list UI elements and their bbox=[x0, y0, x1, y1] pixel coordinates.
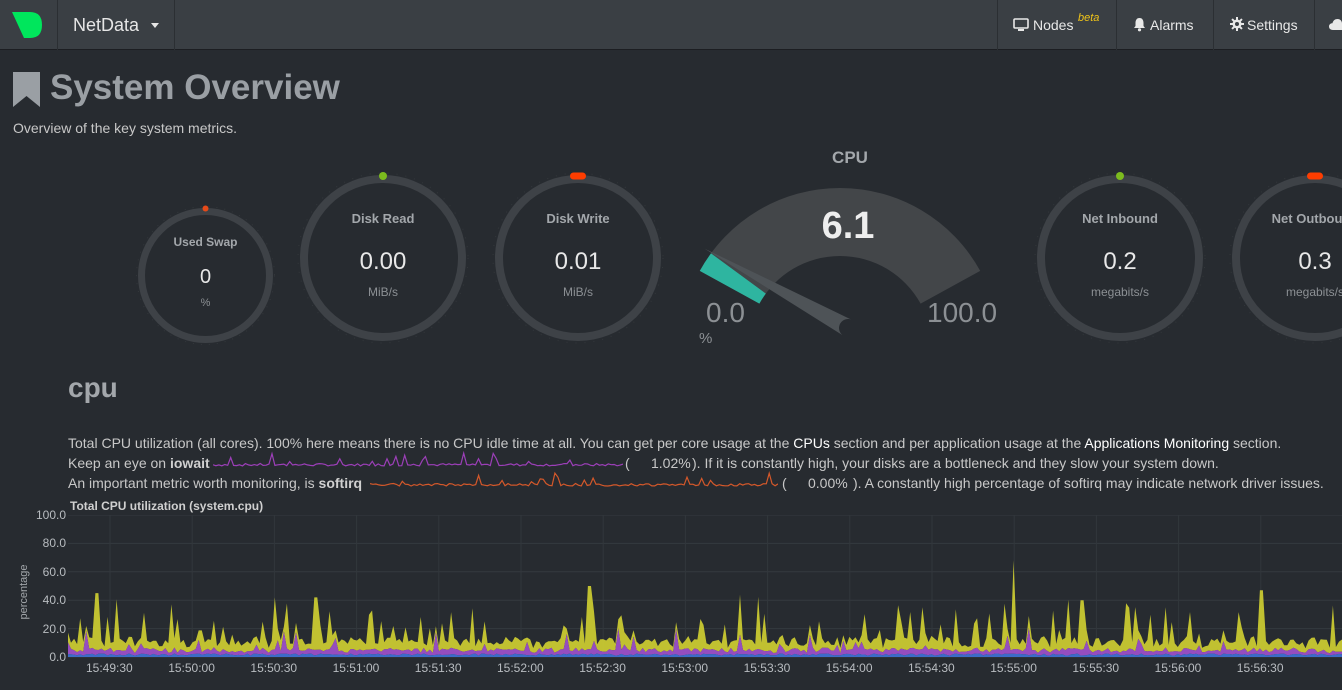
y-tick-label: 40.0 bbox=[42, 593, 66, 608]
description-text: Keep an eye on bbox=[68, 455, 170, 471]
nav-settings[interactable]: Settings bbox=[1213, 0, 1314, 50]
netdata-logo[interactable] bbox=[0, 0, 58, 50]
sparkline-path bbox=[370, 471, 778, 487]
description-text: section and per application usage at the bbox=[829, 435, 1085, 451]
gauge-title: Disk Read bbox=[351, 211, 415, 226]
cloud-download-icon bbox=[1329, 19, 1342, 30]
iowait-value: 1.02% bbox=[651, 455, 691, 471]
y-tick-label: 100.0 bbox=[35, 508, 66, 522]
x-tick-label: 15:53:00 bbox=[661, 661, 709, 675]
nav-nodes[interactable]: Nodes beta bbox=[997, 0, 1116, 50]
description-text: ). A constantly high percentage of softi… bbox=[853, 475, 1324, 491]
x-tick-label: 15:55:00 bbox=[990, 661, 1037, 675]
netdata-logo-icon bbox=[12, 12, 42, 38]
nav-settings-label: Settings bbox=[1247, 17, 1298, 33]
cpu-gauge-unit: % bbox=[699, 330, 713, 347]
x-tick-label: 15:52:00 bbox=[497, 661, 544, 675]
y-tick-label: 20.0 bbox=[42, 621, 66, 636]
x-tick-label: 15:53:30 bbox=[743, 661, 791, 675]
host-selector[interactable]: NetData bbox=[58, 0, 175, 50]
gauge-disk-write[interactable]: Disk Write 0.01 MiB/s bbox=[492, 172, 664, 344]
description-text: section. bbox=[1229, 435, 1282, 451]
nav-alarms-label: Alarms bbox=[1150, 17, 1194, 33]
cpu-gauge-max: 100.0 bbox=[927, 297, 998, 328]
chevron-down-icon bbox=[151, 23, 159, 28]
nav-nodes-label: Nodes bbox=[1033, 17, 1074, 33]
monitor-icon bbox=[1013, 18, 1029, 31]
gauge-indicator bbox=[1307, 172, 1323, 180]
link-cpus[interactable]: CPUs bbox=[793, 435, 830, 451]
gauge-title: Net Outbound bbox=[1271, 211, 1342, 226]
y-tick-label: 60.0 bbox=[42, 564, 66, 579]
nav-alarms[interactable]: Alarms bbox=[1116, 0, 1213, 50]
gauge-title: Net Inbound bbox=[1082, 211, 1158, 226]
beta-badge: beta bbox=[1078, 12, 1100, 24]
cpu-gauge-value: 6.1 bbox=[821, 205, 875, 247]
cpu-utilization-chart[interactable] bbox=[68, 515, 1342, 660]
gauge-indicator bbox=[202, 205, 209, 212]
cpu-description-line3: An important metric worth monitoring, is… bbox=[68, 474, 362, 492]
x-tick-label: 15:50:00 bbox=[168, 661, 215, 675]
x-tick-label: 15:49:30 bbox=[86, 661, 133, 675]
softirq-sparkline[interactable] bbox=[370, 471, 778, 491]
nav-cloud[interactable] bbox=[1314, 0, 1342, 50]
gauge-value: 0.3 bbox=[1298, 248, 1332, 275]
x-tick-label: 15:52:30 bbox=[579, 661, 626, 675]
cpu-description-line2: Keep an eye on iowait bbox=[68, 454, 210, 472]
sparkline-path bbox=[213, 451, 623, 467]
gauge-used-swap[interactable]: Used Swap 0 % bbox=[135, 205, 276, 346]
description-text: Total CPU utilization (all cores). 100% … bbox=[68, 435, 794, 451]
x-tick-label: 15:51:30 bbox=[414, 661, 462, 675]
x-tick-label: 15:50:30 bbox=[250, 661, 298, 675]
page-subtitle: Overview of the key system metrics. bbox=[13, 120, 238, 136]
x-tick-label: 15:54:00 bbox=[825, 661, 873, 675]
description-text: ). If it is constantly high, your disks … bbox=[692, 455, 1219, 471]
x-tick-label: 15:56:00 bbox=[1154, 661, 1202, 675]
softirq-value: 0.00% bbox=[808, 475, 848, 491]
page-title: System Overview bbox=[50, 68, 340, 107]
chart-title: Total CPU utilization (system.cpu) bbox=[70, 499, 264, 513]
gauge-unit: % bbox=[200, 297, 211, 309]
section-title-cpu: cpu bbox=[68, 372, 118, 403]
gauge-net-outbound[interactable]: Net Outbound 0.3 megabits/s bbox=[1229, 172, 1342, 344]
description-text: An important metric worth monitoring, is bbox=[68, 475, 319, 491]
x-tick-label: 15:51:00 bbox=[332, 661, 380, 675]
softirq-open-paren: ( bbox=[782, 475, 787, 491]
gauge-unit: MiB/s bbox=[368, 285, 398, 299]
gauge-value: 0.00 bbox=[359, 248, 407, 275]
gauge-value: 0.2 bbox=[1103, 248, 1137, 275]
gauge-title: Used Swap bbox=[173, 235, 238, 249]
gauge-unit: MiB/s bbox=[563, 285, 593, 299]
gauge-value: 0.01 bbox=[554, 248, 602, 275]
gauge-unit: megabits/s bbox=[1285, 285, 1342, 299]
gauge-indicator bbox=[1116, 172, 1124, 180]
gauge-disk-read[interactable]: Disk Read 0.00 MiB/s bbox=[297, 172, 469, 344]
series-user-area bbox=[68, 560, 1342, 654]
y-tick-label: 80.0 bbox=[42, 536, 66, 551]
iowait-sparkline[interactable] bbox=[213, 451, 623, 471]
gauge-value: 0 bbox=[199, 266, 212, 288]
y-tick-label: 0.0 bbox=[49, 650, 66, 664]
bell-icon bbox=[1134, 18, 1145, 32]
gauge-unit: megabits/s bbox=[1090, 285, 1150, 299]
bookmark-icon bbox=[13, 72, 40, 107]
gear-icon bbox=[1230, 17, 1244, 31]
x-tick-label: 15:55:30 bbox=[1072, 661, 1120, 675]
iowait-open-paren: ( bbox=[625, 455, 630, 471]
gauge-indicator bbox=[570, 172, 586, 180]
cpu-description-line1: Total CPU utilization (all cores). 100% … bbox=[68, 434, 1281, 452]
cpu-gauge-title: CPU bbox=[832, 148, 868, 167]
top-navbar: NetData Nodes beta Alarms Settings bbox=[0, 0, 1342, 50]
gauge-indicator bbox=[379, 172, 387, 180]
x-tick-label: 15:56:30 bbox=[1236, 661, 1284, 675]
iowait-label: iowait bbox=[169, 455, 210, 471]
gauge-net-inbound[interactable]: Net Inbound 0.2 megabits/s bbox=[1034, 172, 1206, 344]
gauge-title: Disk Write bbox=[546, 211, 610, 226]
cpu-gauge-min: 0.0 bbox=[706, 297, 745, 328]
link-applications-monitoring[interactable]: Applications Monitoring bbox=[1084, 435, 1229, 451]
softirq-label: softirq bbox=[318, 475, 363, 491]
host-name: NetData bbox=[73, 15, 140, 35]
x-tick-label: 15:54:30 bbox=[908, 661, 955, 675]
